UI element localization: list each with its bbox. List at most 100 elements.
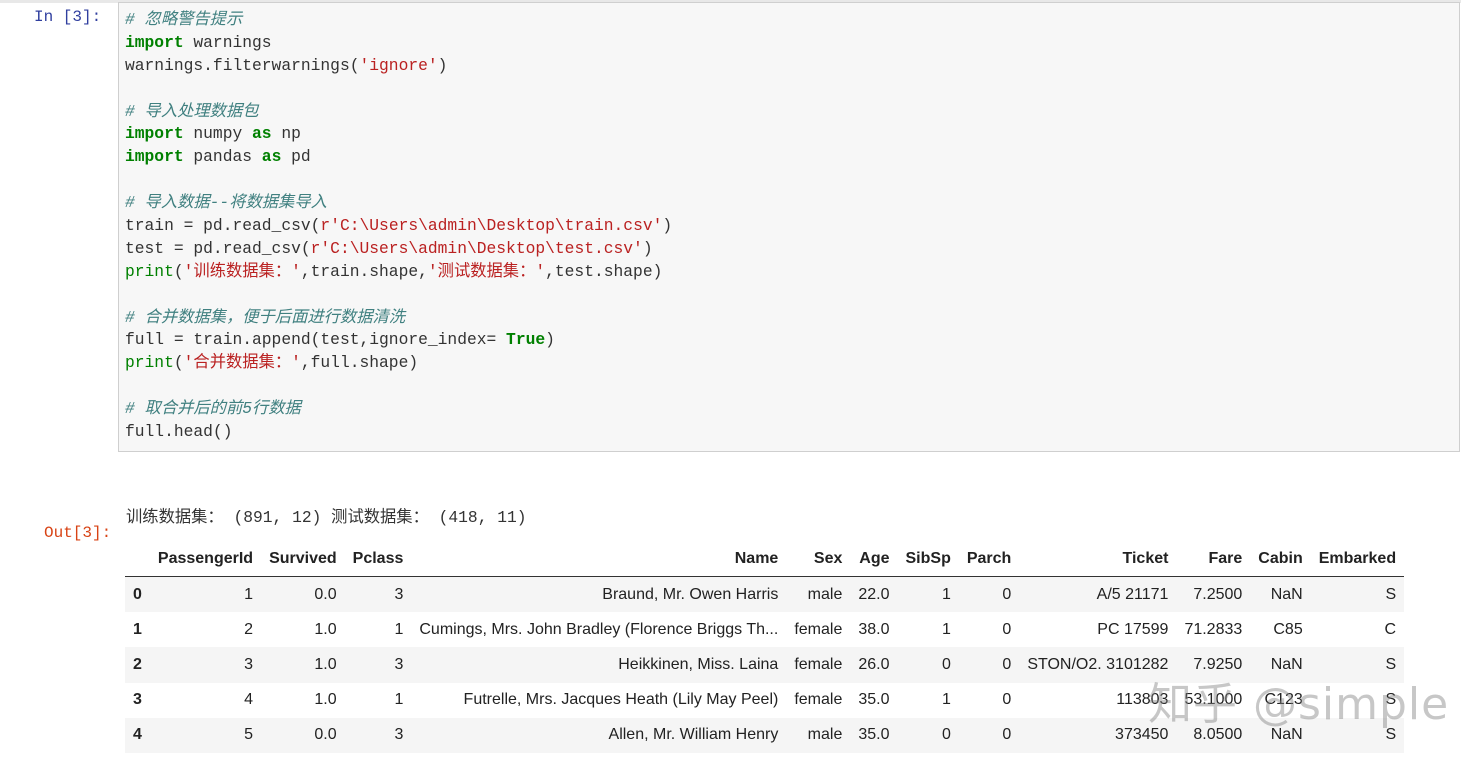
code-line: # 导入数据--将数据集导入 <box>125 192 672 215</box>
table-header-row: PassengerId Survived Pclass Name Sex Age SibSp… <box>125 541 1405 577</box>
table-cell: 35.0 <box>858 726 890 744</box>
stdout-line: 训练数据集： (891, 12) 测试数据集： (418, 11) <box>126 508 527 527</box>
table-cell: 7.2500 <box>1193 585 1243 603</box>
table-cell: A/5 21171 <box>1096 585 1169 603</box>
code-comment: # 导入处理数据包 <box>125 101 259 121</box>
table-cell: 26.0 <box>858 655 890 673</box>
table-cell: 4 <box>244 691 254 709</box>
column-header: Fare <box>1176 541 1251 577</box>
table-cell: 3 <box>394 726 404 744</box>
code-text: test = pd.read_csv( <box>125 238 311 258</box>
code-keyword: import <box>125 32 184 52</box>
code-string: r'C:\Users\admin\Desktop\train.csv' <box>320 216 663 236</box>
code-string: '合并数据集：' <box>183 353 301 373</box>
code-text: numpy <box>183 124 253 144</box>
code-text: ( <box>173 353 184 373</box>
table-cell: Heikkinen, Miss. Laina <box>618 655 779 673</box>
table-cell: 0 <box>1002 585 1012 603</box>
table-cell: 0.0 <box>314 585 337 603</box>
column-header: Parch <box>958 541 1020 577</box>
code-string: '测试数据集：' <box>427 261 546 281</box>
column-header: Survived <box>261 541 345 577</box>
table-cell: 1 <box>941 620 951 638</box>
code-text: ) <box>642 238 653 258</box>
code-keyword: as <box>252 124 272 144</box>
code-comment: # 合并数据集，便于后面进行数据清洗 <box>125 307 406 327</box>
table-cell: Cumings, Mrs. John Bradley (Florence Bri… <box>419 620 779 638</box>
code-text: ,test.shape) <box>545 261 663 281</box>
code-text: np <box>271 124 301 144</box>
column-header: Pclass <box>344 541 412 577</box>
column-header: Name <box>411 541 787 577</box>
table-cell: 38.0 <box>858 620 890 638</box>
code-text: pd <box>281 147 311 167</box>
code-keyword: True <box>506 330 546 350</box>
row-index: 4 <box>133 726 142 744</box>
input-prompt: In [3]: <box>34 8 102 26</box>
table-cell: 1 <box>244 585 254 603</box>
code-text: full = train.append(test,ignore_index= <box>125 330 507 350</box>
row-index: 3 <box>133 691 142 709</box>
table-cell: 3 <box>394 585 404 603</box>
code-keyword: as <box>261 147 282 167</box>
code-text: ( <box>173 261 184 281</box>
table-cell: 0 <box>1002 620 1012 638</box>
code-line: # 取合并后的前5行数据 <box>125 398 672 421</box>
code-line: print('合并数据集：',full.shape) <box>125 352 672 375</box>
table-cell: female <box>794 691 843 709</box>
table-cell: 0.0 <box>314 726 337 744</box>
table-cell: 1.0 <box>314 620 337 638</box>
output-prompt: Out[3]: <box>44 524 112 542</box>
table-cell: 0 <box>941 655 951 673</box>
table-cell: 1.0 <box>314 691 337 709</box>
code-builtin: print <box>125 353 174 373</box>
table-cell: NaN <box>1270 585 1303 603</box>
table-cell: 0 <box>1002 655 1012 673</box>
table-cell: S <box>1385 585 1397 603</box>
column-header: Cabin <box>1250 541 1311 577</box>
table-cell: 0 <box>1002 691 1012 709</box>
column-header: Embarked <box>1310 541 1405 577</box>
table-cell: 0 <box>941 726 951 744</box>
code-line: # 合并数据集，便于后面进行数据清洗 <box>125 307 672 330</box>
table-cell: 0 <box>1002 726 1012 744</box>
table-cell: C <box>1384 620 1397 638</box>
code-comment: # 忽略警告提示 <box>125 10 243 29</box>
code-text: warnings.filterwarnings( <box>125 55 360 75</box>
table-cell: Braund, Mr. Owen Harris <box>602 585 779 603</box>
table-cell: Futrelle, Mrs. Jacques Heath (Lily May P… <box>463 691 779 709</box>
code-string: '训练数据集：' <box>183 261 301 281</box>
code-line: test = pd.read_csv(r'C:\Users\admin\Desk… <box>125 238 672 261</box>
code-line: # 忽略警告提示 <box>125 9 672 32</box>
table-cell: 1 <box>394 620 404 638</box>
table-cell: 1.0 <box>314 655 337 673</box>
table-cell: C85 <box>1273 620 1303 638</box>
code-text: full.head() <box>125 422 233 442</box>
code-comment: # 导入数据--将数据集导入 <box>125 193 327 213</box>
table-cell: 1 <box>941 691 951 709</box>
code-text: train = pd.read_csv( <box>125 216 321 236</box>
watermark: 知乎 @simple <box>1148 679 1450 730</box>
column-header: Ticket <box>1019 541 1177 577</box>
table-cell: female <box>794 655 843 673</box>
code-text: warnings <box>183 32 272 52</box>
table-cell: male <box>807 585 843 603</box>
code-builtin: print <box>125 261 174 281</box>
code-line: warnings.filterwarnings('ignore') <box>125 55 672 78</box>
table-cell: 1 <box>394 691 404 709</box>
table-row: 1 2 1.0 1 Cumings, Mrs. John Bradley (Floren… <box>125 612 1404 647</box>
code-text: pandas <box>183 147 262 167</box>
column-header: SibSp <box>897 541 959 577</box>
table-cell: 5 <box>244 726 254 744</box>
table-cell: 1 <box>941 585 951 603</box>
row-index: 2 <box>133 655 142 673</box>
code-content[interactable]: # 忽略警告提示 import warnings warnings.filterwa… <box>125 9 672 444</box>
code-line: import pandas as pd <box>125 146 672 169</box>
table-row: 0 1 0.0 3 Braund, Mr. Owen Harris male 22.0 1 0 A… <box>125 576 1405 613</box>
code-line: import warnings <box>125 32 672 55</box>
table-cell: Allen, Mr. William Henry <box>608 726 779 744</box>
code-cell-editor[interactable]: # 忽略警告提示 import warnings warnings.filterwa… <box>118 2 1460 452</box>
